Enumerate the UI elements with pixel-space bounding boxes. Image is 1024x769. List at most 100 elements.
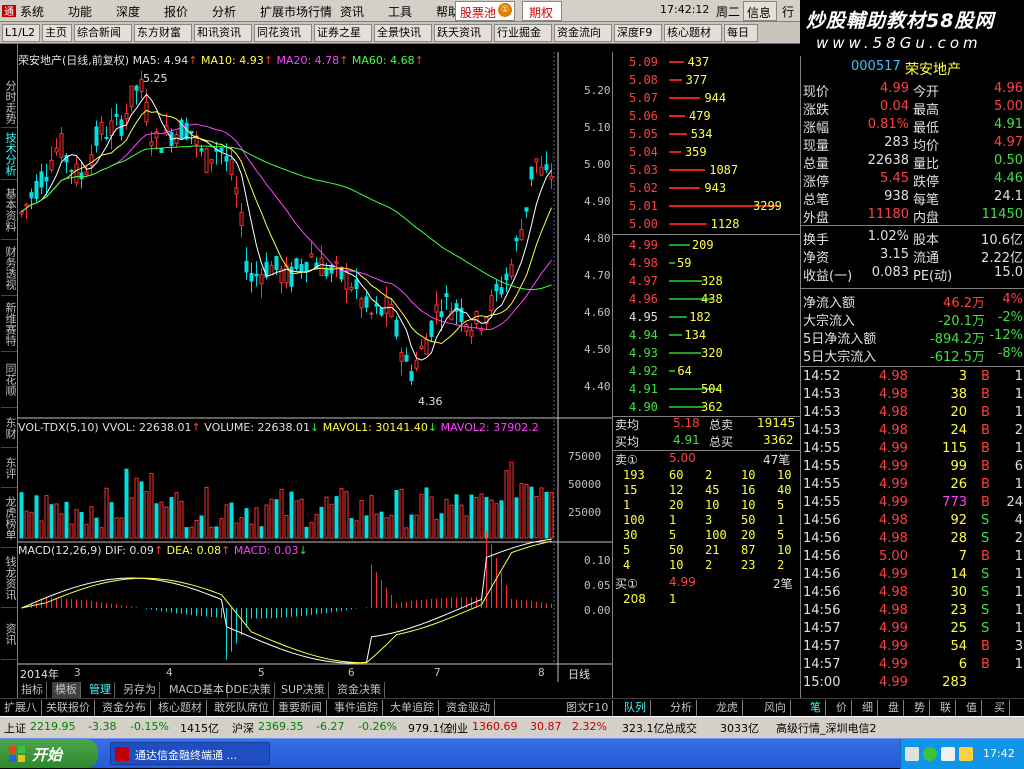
- toolbar-button-0[interactable]: L1/L2: [2, 24, 40, 42]
- bid-row[interactable]: 4.92 64: [613, 362, 801, 380]
- toolbar-button-3[interactable]: 东方财富: [134, 24, 192, 42]
- toolbar-button-5[interactable]: 同花资讯: [254, 24, 312, 42]
- left-tab-5[interactable]: 同花顺: [1, 352, 17, 408]
- menu-item-0[interactable]: 系统: [20, 3, 44, 20]
- ask-row[interactable]: 5.01 3299: [613, 197, 801, 215]
- left-tab-0[interactable]: 分时走势: [1, 76, 17, 128]
- left-tab-8[interactable]: 龙虎榜单: [1, 488, 17, 548]
- ask-volume-bar: [669, 133, 687, 135]
- orderbook-tab-2[interactable]: 龙虎: [712, 700, 743, 716]
- ask-row[interactable]: 5.00 1128: [613, 215, 801, 233]
- indicator-tab-3[interactable]: 另存为: [120, 682, 160, 698]
- indicator-tab-6[interactable]: SUP决策: [278, 682, 329, 698]
- indicator-tab-0[interactable]: 指标: [18, 682, 47, 698]
- bid-row[interactable]: 4.97 328: [613, 272, 801, 290]
- orderbook-tab-0[interactable]: 队列: [620, 700, 651, 716]
- left-tab-4[interactable]: 新维赛特: [1, 296, 17, 352]
- indicator-tab-5[interactable]: DDE决策: [222, 682, 275, 698]
- ask-row[interactable]: 5.09 437: [613, 53, 801, 71]
- stock-pool-button[interactable]: 股票池 ①: [455, 1, 515, 21]
- status-tab-3[interactable]: 核心题材: [154, 700, 207, 716]
- quote-tab-2[interactable]: 细: [858, 700, 878, 716]
- ask-row[interactable]: 5.08 377: [613, 71, 801, 89]
- bid-row[interactable]: 4.90 362: [613, 398, 801, 416]
- status-tab-7[interactable]: 大单追踪: [386, 700, 439, 716]
- toolbar-button-10[interactable]: 资金流向: [554, 24, 612, 42]
- bid-row[interactable]: 4.99 209: [613, 236, 801, 254]
- info-button[interactable]: 信息: [743, 1, 777, 21]
- ask-row[interactable]: 5.03 1087: [613, 161, 801, 179]
- volume-bar: [414, 514, 419, 539]
- toolbar-button-2[interactable]: 综合新闻: [74, 24, 132, 42]
- status-tab-0[interactable]: 扩展八: [0, 700, 42, 716]
- menu-item-2[interactable]: 深度: [116, 3, 140, 20]
- toolbar-button-8[interactable]: 跃天资讯: [434, 24, 492, 42]
- bid-row[interactable]: 4.94 134: [613, 326, 801, 344]
- quote-tab-4[interactable]: 势: [910, 700, 930, 716]
- left-tab-10[interactable]: 资讯: [1, 608, 17, 660]
- bid-row[interactable]: 4.96 438: [613, 290, 801, 308]
- menu-item-5[interactable]: 扩展市场行情: [260, 3, 332, 20]
- left-tab-9[interactable]: 钱龙资讯: [1, 548, 17, 608]
- left-tab-1[interactable]: 技术分析: [1, 128, 17, 180]
- quote-tab-7[interactable]: 买: [990, 700, 1010, 716]
- toolbar-button-9[interactable]: 行业掘金: [494, 24, 552, 42]
- ask-row[interactable]: 5.06 479: [613, 107, 801, 125]
- quote-tab-0[interactable]: 笔: [806, 700, 826, 716]
- bid-row[interactable]: 4.98 59: [613, 254, 801, 272]
- tray-app-icon[interactable]: [959, 747, 973, 761]
- tray-status-icon[interactable]: [923, 747, 937, 761]
- indicator-tab-4[interactable]: MACD基本: [166, 682, 228, 698]
- tray-network-icon[interactable]: [905, 747, 919, 761]
- toolbar-button-11[interactable]: 深度F9: [614, 24, 662, 42]
- menu-item-6[interactable]: 资讯: [340, 3, 364, 20]
- status-tab-5[interactable]: 重要新闻: [274, 700, 327, 716]
- status-tab-2[interactable]: 资金分布: [98, 700, 151, 716]
- menu-item-1[interactable]: 功能: [68, 3, 92, 20]
- ask-row[interactable]: 5.05 534: [613, 125, 801, 143]
- start-button[interactable]: 开始: [0, 739, 98, 768]
- quote-tab-1[interactable]: 价: [832, 700, 852, 716]
- left-tab-3[interactable]: 财务透视: [1, 240, 17, 296]
- indicator-tab-2[interactable]: 管理: [86, 682, 115, 698]
- status-tab-1[interactable]: 关联报价: [42, 700, 95, 716]
- quote-tab-3[interactable]: 盘: [884, 700, 904, 716]
- status-tab-9[interactable]: 图文F10: [562, 700, 614, 716]
- more-menu[interactable]: 行: [782, 3, 794, 20]
- taskbar-window-button[interactable]: 通达信金融终端通 ...: [110, 742, 270, 765]
- toolbar-button-13[interactable]: 每日: [724, 24, 758, 42]
- toolbar-button-4[interactable]: 和讯资讯: [194, 24, 252, 42]
- bid-row[interactable]: 4.95 182: [613, 308, 801, 326]
- volume-bar: [169, 497, 174, 539]
- indicator-tab-7[interactable]: 资金决策: [334, 682, 385, 698]
- menu-item-3[interactable]: 报价: [164, 3, 188, 20]
- status-tab-8[interactable]: 资金驱动: [442, 700, 495, 716]
- quote-tab-6[interactable]: 值: [962, 700, 982, 716]
- orderbook-tab-1[interactable]: 分析: [666, 700, 697, 716]
- quote-tab-5[interactable]: 联: [936, 700, 956, 716]
- left-tab-7[interactable]: 东评: [1, 448, 17, 488]
- status-tab-6[interactable]: 事件追踪: [330, 700, 383, 716]
- left-tab-6[interactable]: 东财: [1, 408, 17, 448]
- stock-name: 荣安地产: [905, 62, 961, 78]
- toolbar-button-7[interactable]: 全景快讯: [374, 24, 432, 42]
- status-tab-4[interactable]: 敢死队席位: [210, 700, 274, 716]
- menu-item-4[interactable]: 分析: [212, 3, 236, 20]
- bid-row[interactable]: 4.93 320: [613, 344, 801, 362]
- orderbook-tab-3[interactable]: 风向: [760, 700, 791, 716]
- bid-row[interactable]: 4.91 504: [613, 380, 801, 398]
- tray-volume-icon[interactable]: [941, 747, 955, 761]
- kline-chart[interactable]: 荣安地产(日线,前复权) MA5: 4.94↑ MA10: 4.93↑ MA20…: [18, 52, 612, 694]
- app-icon[interactable]: 通: [0, 2, 18, 20]
- option-button[interactable]: 期权: [522, 1, 562, 21]
- indicator-tab-1[interactable]: 模板: [52, 682, 81, 698]
- ask-row[interactable]: 5.07 944: [613, 89, 801, 107]
- toolbar-button-6[interactable]: 证券之星: [314, 24, 372, 42]
- candle-body: [59, 133, 64, 158]
- toolbar-button-1[interactable]: 主页: [42, 24, 72, 42]
- ask-row[interactable]: 5.04 359: [613, 143, 801, 161]
- left-tab-2[interactable]: 基本资料: [1, 180, 17, 240]
- ask-row[interactable]: 5.02 943: [613, 179, 801, 197]
- menu-item-7[interactable]: 工具: [388, 3, 412, 20]
- toolbar-button-12[interactable]: 核心题材: [664, 24, 722, 42]
